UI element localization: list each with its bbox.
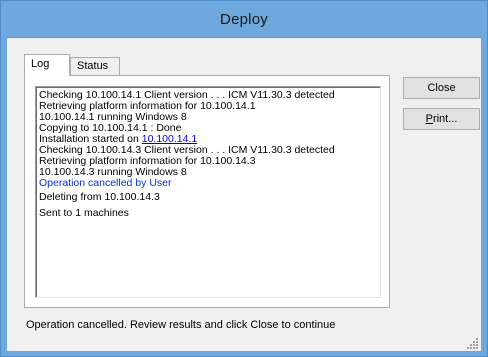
log-tab-panel: Checking 10.100.14.1 Client version . . … — [24, 75, 390, 308]
status-message: Operation cancelled. Review results and … — [26, 319, 336, 331]
tab-log[interactable]: Log — [24, 54, 70, 76]
log-output[interactable]: Checking 10.100.14.1 Client version . . … — [35, 86, 381, 298]
deploy-window: Deploy Log Status Checking 10.100.14.1 C… — [0, 0, 488, 357]
log-line-cancelled: Operation cancelled by User — [39, 177, 172, 189]
log-line: Deleting from 10.100.14.3 — [39, 191, 160, 203]
close-button[interactable]: Close — [403, 77, 480, 99]
print-mnemonic: P — [425, 113, 433, 125]
title-bar[interactable]: Deploy — [1, 1, 487, 37]
print-button[interactable]: Print... — [403, 108, 480, 130]
tab-status[interactable]: Status — [70, 57, 120, 75]
log-line-summary: Sent to 1 machines — [39, 207, 129, 219]
print-label-rest: rint... — [432, 113, 458, 125]
resize-grip-icon[interactable] — [467, 337, 479, 349]
window-title: Deploy — [220, 11, 268, 28]
dialog-client-area: Log Status Checking 10.100.14.1 Client v… — [7, 37, 481, 351]
